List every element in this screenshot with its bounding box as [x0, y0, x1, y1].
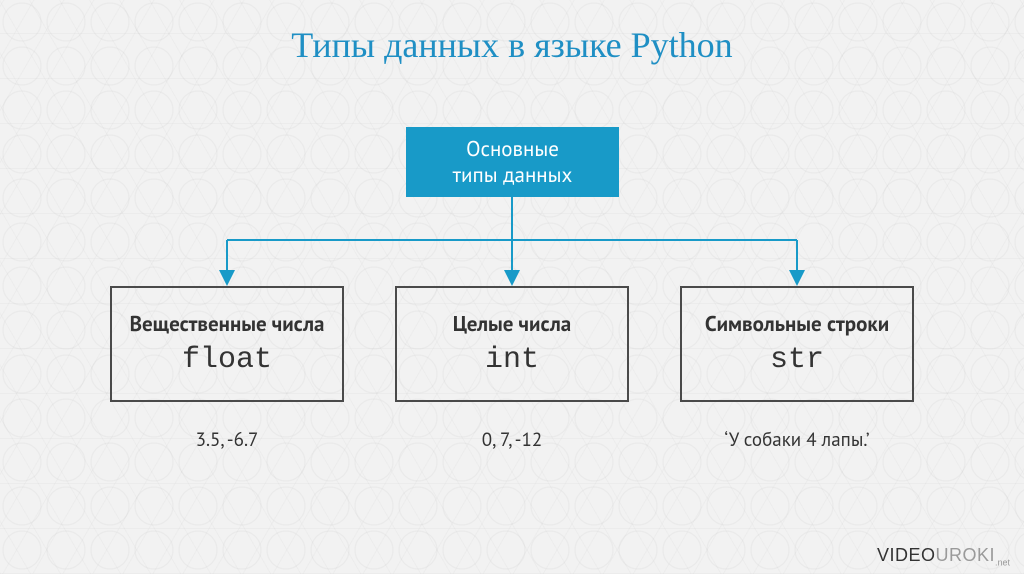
leaf-label: Символьные строки: [705, 311, 889, 336]
watermark-suffix: .net: [995, 558, 1010, 568]
leaf-examples-str: ‘У собаки 4 лапы.’: [680, 428, 914, 452]
leaf-type: float: [182, 343, 272, 377]
root-node: Основные типы данных: [406, 127, 619, 197]
leaf-node-int: Целые числа int: [395, 286, 629, 402]
leaf-node-float: Вещественные числа float: [110, 286, 344, 402]
leaf-type: str: [770, 343, 824, 377]
leaf-examples-float: 3.5, -6.7: [110, 428, 344, 452]
leaf-label: Целые числа: [453, 311, 571, 336]
leaf-examples-int: 0, 7, -12: [395, 428, 629, 452]
watermark-brand1: VIDEO: [877, 545, 936, 565]
leaf-label: Вещественные числа: [130, 311, 325, 336]
slide-title: Типы данных в языке Python: [0, 24, 1024, 66]
leaf-node-str: Символьные строки str: [680, 286, 914, 402]
root-line1: Основные: [466, 136, 559, 162]
leaf-type: int: [485, 343, 539, 377]
root-line2: типы данных: [453, 162, 573, 188]
watermark: VIDEOUROKI.net: [877, 545, 1010, 568]
watermark-brand2: UROKI: [935, 545, 995, 565]
